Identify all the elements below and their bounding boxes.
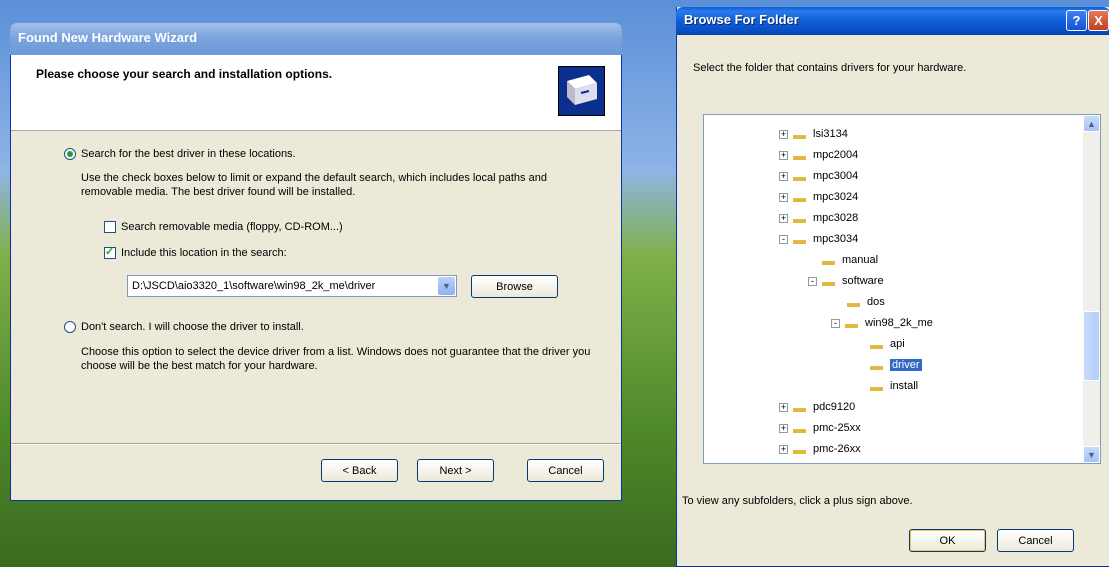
dont-search-radio[interactable] bbox=[64, 321, 76, 333]
tree-item-label: mpc3034 bbox=[813, 233, 859, 245]
tree-item-label: mpc3004 bbox=[813, 170, 859, 182]
folder-icon: ▬ bbox=[870, 336, 883, 352]
back-button[interactable]: < Back bbox=[321, 459, 398, 482]
folder-icon: ▬ bbox=[793, 189, 806, 205]
hardware-icon bbox=[558, 66, 605, 116]
option-search[interactable]: Search for the best driver in these loca… bbox=[64, 148, 296, 160]
plus-icon[interactable]: + bbox=[779, 129, 788, 139]
tree-item-label: pmc-26xx bbox=[813, 443, 861, 455]
ok-button[interactable]: OK bbox=[909, 529, 986, 552]
browse-button[interactable]: Browse bbox=[471, 275, 558, 298]
tree-item-label: mpc3028 bbox=[813, 212, 859, 224]
removable-media-checkbox[interactable] bbox=[104, 221, 116, 233]
folder-icon: ▬ bbox=[847, 294, 860, 310]
browse-for-folder-dialog: Browse For Folder ? X Select the folder … bbox=[676, 7, 1109, 567]
tree-item-label: pmc-25xx bbox=[813, 422, 861, 434]
tree-item-mpc3024[interactable]: + ▬ mpc3024 bbox=[779, 188, 858, 206]
tree-item-pdc9120[interactable]: + ▬ pdc9120 bbox=[779, 398, 855, 416]
folder-icon: ▬ bbox=[822, 273, 835, 289]
option-search-label: Search for the best driver in these loca… bbox=[81, 148, 296, 160]
tree-item-mpc3034[interactable]: - ▬ mpc3034 bbox=[779, 230, 858, 248]
location-combobox[interactable]: D:\JSCD\aio3320_1\software\win98_2k_me\d… bbox=[127, 275, 457, 297]
tree-item-driver[interactable]: ▬ driver bbox=[870, 356, 922, 374]
removable-media-label: Search removable media (floppy, CD-ROM..… bbox=[121, 221, 343, 233]
plus-icon[interactable]: + bbox=[779, 402, 788, 412]
tree-item-install[interactable]: ▬ install bbox=[870, 377, 918, 395]
folder-icon: ▬ bbox=[793, 126, 806, 142]
folder-icon: ▬ bbox=[793, 441, 806, 457]
option-search-description: Use the check boxes below to limit or ex… bbox=[81, 172, 547, 198]
tree-item-label: api bbox=[890, 338, 905, 350]
folder-icon: ▬ bbox=[822, 252, 835, 268]
tree-item-mpc3004[interactable]: + ▬ mpc3004 bbox=[779, 167, 858, 185]
tree-item-api[interactable]: ▬ api bbox=[870, 335, 905, 353]
folder-icon: ▬ bbox=[793, 210, 806, 226]
help-icon[interactable]: ? bbox=[1066, 10, 1087, 31]
wizard-divider bbox=[11, 443, 621, 445]
tree-item-label: win98_2k_me bbox=[865, 317, 933, 329]
scroll-down-icon[interactable]: ▼ bbox=[1083, 446, 1100, 463]
plus-icon[interactable]: + bbox=[779, 423, 788, 433]
folder-icon: ▬ bbox=[793, 147, 806, 163]
folder-icon: ▬ bbox=[793, 231, 806, 247]
cancel-button[interactable]: Cancel bbox=[527, 459, 604, 482]
tree-item-mpc2004[interactable]: + ▬ mpc2004 bbox=[779, 146, 858, 164]
option-dont-search[interactable]: Don't search. I will choose the driver t… bbox=[64, 321, 304, 333]
browse-footer: To view any subfolders, click a plus sig… bbox=[682, 495, 913, 507]
browse-instruction: Select the folder that contains drivers … bbox=[693, 62, 967, 74]
close-icon[interactable]: X bbox=[1088, 10, 1109, 31]
wizard-heading: Please choose your search and installati… bbox=[36, 67, 333, 81]
folder-icon: ▬ bbox=[845, 315, 858, 331]
found-new-hardware-wizard: Found New Hardware Wizard Please choose … bbox=[10, 23, 622, 501]
folder-open-icon: ▬ bbox=[870, 357, 883, 373]
include-location-label: Include this location in the search: bbox=[121, 247, 287, 259]
option-dont-description: Choose this option to select the device … bbox=[81, 346, 591, 372]
minus-icon[interactable]: - bbox=[831, 318, 840, 328]
tree-item-label: lsi3134 bbox=[813, 128, 848, 140]
minus-icon[interactable]: - bbox=[808, 276, 817, 286]
folder-tree[interactable]: + ▬ lsi3134 + ▬ mpc2004 + ▬ mpc3004 + ▬ mpc3024 … bbox=[703, 114, 1101, 464]
tree-item-label: driver bbox=[890, 359, 922, 371]
tree-item-label: dos bbox=[867, 296, 885, 308]
tree-item-win98-2k-me[interactable]: - ▬ win98_2k_me bbox=[831, 314, 933, 332]
folder-icon: ▬ bbox=[793, 399, 806, 415]
tree-item-manual[interactable]: ▬ manual bbox=[822, 251, 878, 269]
cancel-button[interactable]: Cancel bbox=[997, 529, 1074, 552]
include-location-checkbox[interactable] bbox=[104, 245, 116, 259]
folder-icon: ▬ bbox=[793, 420, 806, 436]
plus-icon[interactable]: + bbox=[779, 192, 788, 202]
chevron-down-icon[interactable]: ▼ bbox=[438, 277, 455, 295]
tree-item-dos[interactable]: ▬ dos bbox=[847, 293, 885, 311]
option-dont-label: Don't search. I will choose the driver t… bbox=[81, 321, 304, 333]
tree-item-lsi3134[interactable]: + ▬ lsi3134 bbox=[779, 125, 848, 143]
plus-icon[interactable]: + bbox=[779, 444, 788, 454]
search-radio[interactable] bbox=[64, 148, 76, 160]
tree-item-mpc3028[interactable]: + ▬ mpc3028 bbox=[779, 209, 858, 227]
wizard-header: Please choose your search and installati… bbox=[11, 55, 621, 131]
browse-title: Browse For Folder bbox=[676, 7, 1109, 35]
folder-icon: ▬ bbox=[870, 378, 883, 394]
tree-item-label: mpc2004 bbox=[813, 149, 859, 161]
plus-icon[interactable]: + bbox=[779, 150, 788, 160]
wizard-title: Found New Hardware Wizard bbox=[10, 23, 622, 55]
removable-media-option[interactable]: Search removable media (floppy, CD-ROM..… bbox=[104, 221, 343, 233]
scroll-thumb[interactable] bbox=[1083, 311, 1100, 381]
tree-item-pmc-26xx[interactable]: + ▬ pmc-26xx bbox=[779, 440, 861, 458]
tree-item-label: mpc3024 bbox=[813, 191, 859, 203]
tree-item-label: install bbox=[890, 380, 919, 392]
scroll-up-icon[interactable]: ▲ bbox=[1083, 115, 1100, 132]
tree-item-label: software bbox=[842, 275, 884, 287]
plus-icon[interactable]: + bbox=[779, 171, 788, 181]
minus-icon[interactable]: - bbox=[779, 234, 788, 244]
tree-item-label: manual bbox=[842, 254, 879, 266]
tree-item-pmc-25xx[interactable]: + ▬ pmc-25xx bbox=[779, 419, 861, 437]
include-location-option[interactable]: Include this location in the search: bbox=[104, 245, 287, 259]
tree-scrollbar[interactable]: ▲ ▼ bbox=[1083, 115, 1100, 463]
tree-item-label: pdc9120 bbox=[813, 401, 856, 413]
plus-icon[interactable]: + bbox=[779, 213, 788, 223]
folder-icon: ▬ bbox=[793, 168, 806, 184]
location-value: D:\JSCD\aio3320_1\software\win98_2k_me\d… bbox=[132, 280, 376, 292]
tree-item-software[interactable]: - ▬ software bbox=[808, 272, 884, 290]
next-button[interactable]: Next > bbox=[417, 459, 494, 482]
